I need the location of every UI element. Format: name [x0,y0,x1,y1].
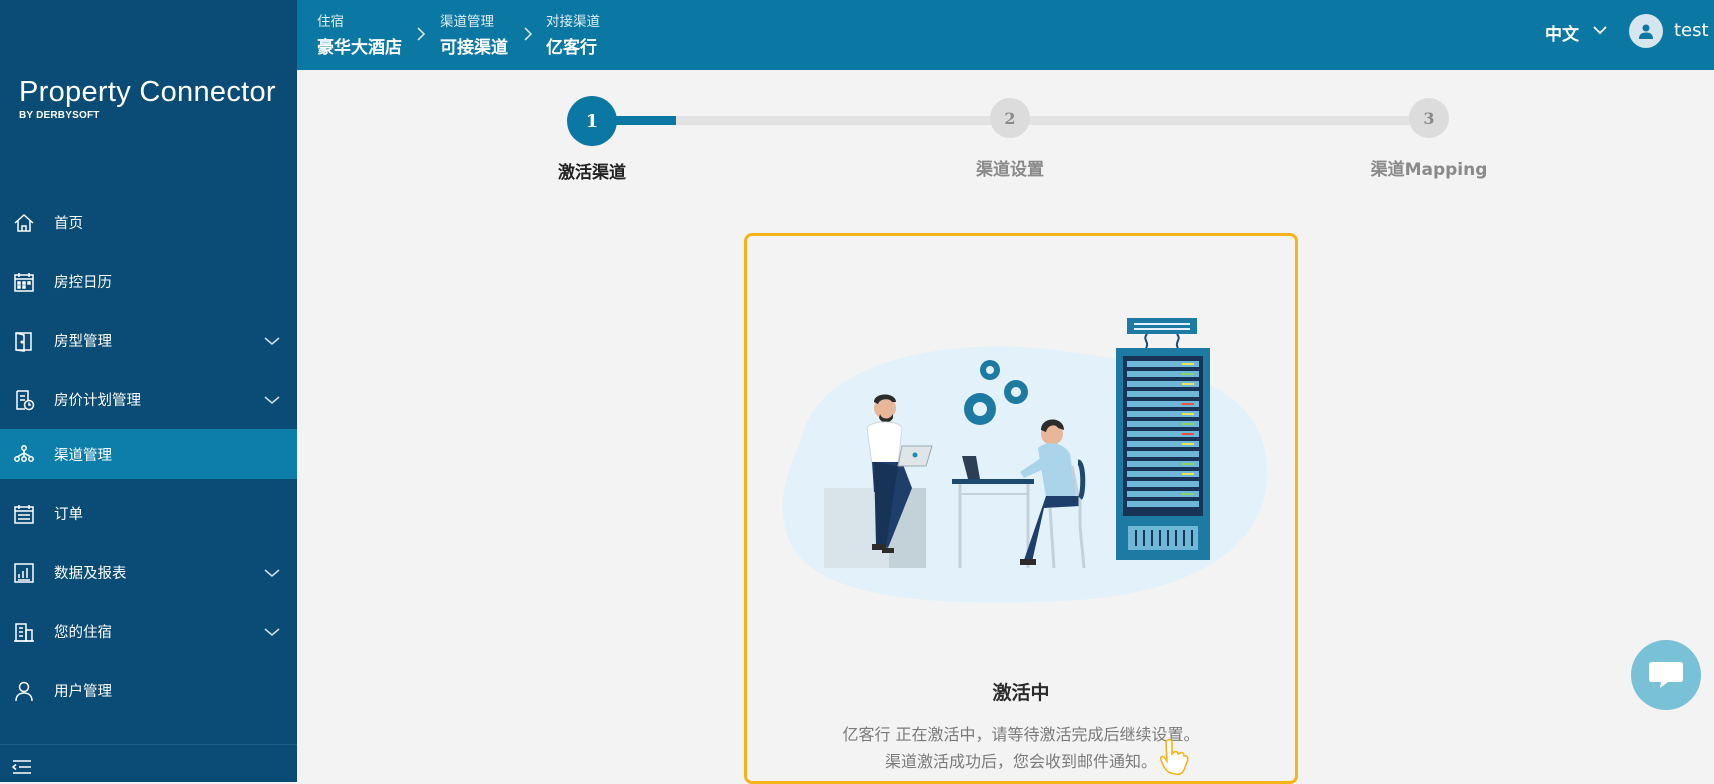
sidebar-item-label: 订单 [54,507,83,523]
breadcrumb-value: 可接渠道 [440,38,508,58]
user-avatar-icon [1639,24,1653,39]
top-bar: 住宿 豪华大酒店 渠道管理 可接渠道 对接渠道 亿客行 中文 test [297,0,1714,70]
sidebar-item-channels[interactable]: 渠道管理 [0,429,297,479]
step-3-circle: 3 [1409,98,1449,138]
building-icon [13,621,35,643]
logo: Property Connector BY DERBYSOFT [19,76,276,121]
sidebar-item-property[interactable]: 您的住宿 [0,602,297,661]
door-icon [13,330,35,352]
logo-main-text: Property Connector [19,76,276,108]
logo-sub-text: BY DERBYSOFT [19,110,100,121]
chevron-right-icon [523,26,533,45]
breadcrumb-item-connect-channel: 对接渠道 亿客行 [546,10,600,58]
chat-button[interactable] [1631,640,1701,710]
chevron-right-icon [416,26,426,45]
sidebar-item-label: 房型管理 [54,334,112,350]
status-title: 激活中 [992,682,1050,704]
step-1-circle: 1 [567,96,617,146]
sidebar-footer [0,744,297,783]
status-message-line-2: 渠道激活成功后，您会收到邮件通知。 [884,752,1157,771]
home-icon [13,212,35,234]
calendar-icon [13,271,35,293]
sidebar-nav: 首页 房控日历 房型管理 房价计划管理 渠道管理 订单 数据及报表 您的住宿 用… [0,193,297,720]
pointer-cursor-icon [1160,738,1189,776]
username[interactable]: test [1674,20,1709,41]
report-icon [13,562,35,584]
breadcrumb-label: 渠道管理 [440,14,494,30]
chevron-down-icon [264,395,280,404]
chevron-down-icon [264,336,280,345]
step-3-label: 渠道Mapping [1370,160,1488,180]
activation-illustration [782,318,1268,603]
sidebar-item-label: 房控日历 [54,275,112,291]
breadcrumb-value: 豪华大酒店 [317,38,402,58]
status-message-line-1: 亿客行 正在激活中，请等待激活完成后继续设置。 [842,725,1200,744]
language-selector[interactable]: 中文 [1545,20,1579,45]
sidebar-item-reports[interactable]: 数据及报表 [0,543,297,602]
breadcrumb-label: 对接渠道 [546,14,600,30]
step-2-label: 渠道设置 [976,160,1044,180]
sidebar-item-orders[interactable]: 订单 [0,484,297,543]
collapse-menu-icon[interactable] [12,759,32,775]
sidebar-item-label: 渠道管理 [54,447,112,464]
rate-plan-icon [13,389,35,411]
channel-icon [13,443,35,465]
chevron-down-icon [264,627,280,636]
step-2-circle: 2 [990,98,1030,138]
step-1-label: 激活渠道 [558,163,626,183]
breadcrumb-item-property[interactable]: 住宿 豪华大酒店 [317,10,402,58]
sidebar-item-users[interactable]: 用户管理 [0,661,297,720]
breadcrumb-label: 住宿 [317,14,344,30]
sidebar-item-home[interactable]: 首页 [0,193,297,252]
sidebar-item-calendar[interactable]: 房控日历 [0,252,297,311]
order-icon [13,503,35,525]
avatar[interactable] [1629,14,1663,48]
chevron-down-icon [264,568,280,577]
status-message: 亿客行 正在激活中，请等待激活完成后继续设置。 渠道激活成功后，您会收到邮件通知… [747,721,1295,775]
sidebar-item-label: 首页 [54,216,83,232]
sidebar-item-label: 用户管理 [54,684,112,700]
stepper: 1 2 3 激活渠道 渠道设置 渠道Mapping [297,90,1714,190]
activation-status-card: 激活中 亿客行 正在激活中，请等待激活完成后继续设置。 渠道激活成功后，您会收到… [744,233,1298,784]
sidebar-item-label: 房价计划管理 [54,393,141,409]
chevron-down-icon[interactable] [1592,24,1608,36]
sidebar-item-label: 您的住宿 [54,625,112,641]
sidebar-item-room-types[interactable]: 房型管理 [0,311,297,370]
sidebar-item-label: 数据及报表 [54,566,127,582]
breadcrumb-item-channel-mgmt[interactable]: 渠道管理 可接渠道 [440,10,508,58]
user-icon [13,680,35,702]
sidebar: Property Connector BY DERBYSOFT 首页 房控日历 … [0,0,297,782]
chat-bubble-icon [1649,662,1683,688]
sidebar-item-rate-plans[interactable]: 房价计划管理 [0,370,297,429]
breadcrumb-value: 亿客行 [546,38,597,58]
